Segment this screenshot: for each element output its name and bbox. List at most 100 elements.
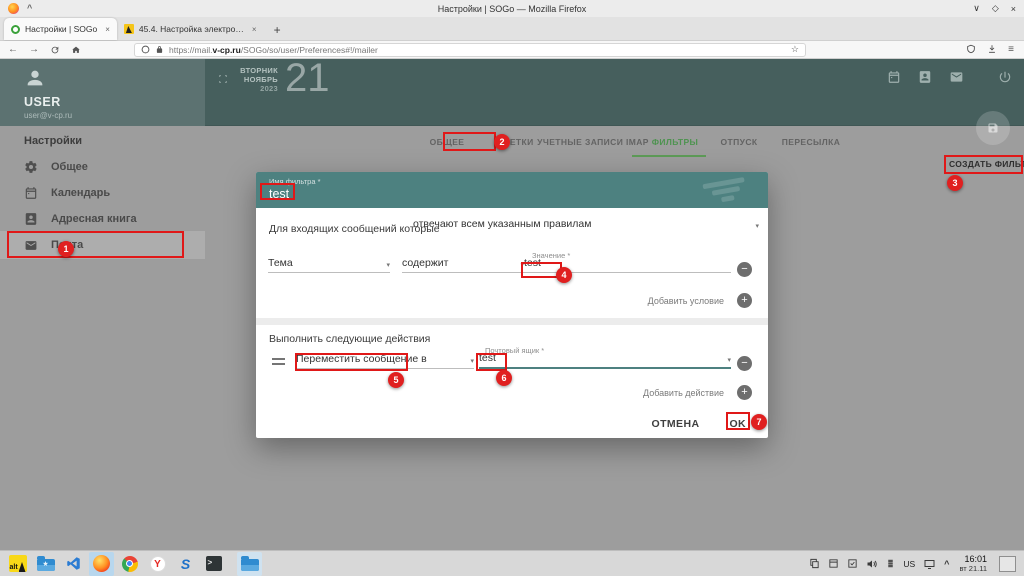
drag-handle-icon[interactable] [272, 358, 285, 368]
bookmark-star-icon[interactable]: ☆ [791, 44, 799, 55]
logout-power-icon[interactable] [998, 70, 1012, 89]
tray-expand-icon[interactable]: ^ [944, 559, 949, 569]
url-bar[interactable]: https://mail.v-cp.ru/SOGo/so/user/Prefer… [134, 43, 806, 57]
day-number: 21 [285, 56, 330, 101]
annotation-badge-6: 6 [496, 370, 512, 386]
clock[interactable]: 16:01 вт 21.11 [959, 554, 987, 574]
add-condition-button[interactable]: + [737, 293, 752, 308]
save-fab[interactable] [976, 111, 1010, 145]
window-close-button[interactable]: × [1011, 4, 1016, 14]
annotation-badge-7: 7 [751, 414, 767, 430]
remove-action-button[interactable]: − [737, 356, 752, 371]
mailbox-select[interactable]: test ▾ [479, 352, 731, 369]
condition-field-select[interactable]: Тема ▾ [268, 257, 390, 273]
annotation-badge-2: 2 [494, 134, 510, 150]
menu-hamburger-icon[interactable]: ≡ [1008, 45, 1014, 55]
back-button[interactable]: ← [8, 45, 18, 55]
clipboard-manager-icon[interactable] [809, 558, 820, 569]
annotation-badge-5: 5 [388, 372, 404, 388]
firefox-logo-icon [8, 3, 19, 14]
add-action-label: Добавить действие [643, 388, 724, 398]
add-action-button[interactable]: + [737, 385, 752, 400]
volume-icon[interactable] [866, 558, 878, 570]
user-email: user@v-cp.ru [24, 111, 72, 120]
yandex-browser-icon[interactable]: Y [145, 552, 170, 576]
clock-date: вт 21.11 [959, 564, 987, 574]
start-menu-basealt-icon[interactable]: alt [5, 552, 30, 576]
fullscreen-icon[interactable] [218, 71, 228, 89]
tab-close-icon[interactable]: × [102, 25, 110, 34]
tab-close-icon[interactable]: × [249, 25, 257, 34]
keyboard-layout-indicator[interactable]: US [903, 559, 915, 569]
mail-module-icon[interactable] [949, 70, 964, 89]
url-text: https://mail.v-cp.ru/SOGo/so/user/Prefer… [169, 45, 378, 55]
browser-tab-title: Настройки | SOGo [25, 24, 97, 34]
keep-above-icon[interactable]: ^ [27, 4, 32, 13]
window-maximize-button[interactable]: ◇ [992, 3, 999, 14]
calendar-icon [24, 186, 38, 200]
firefox-taskbar-icon[interactable] [89, 552, 114, 576]
forward-button[interactable]: → [29, 45, 39, 55]
window-titlebar: ^ Настройки | SOGo — Mozilla Firefox ∨ ◇… [0, 0, 1024, 17]
sidebar-item-addressbook[interactable]: Адресная книга [0, 205, 205, 232]
file-manager-favorites-icon[interactable]: ★ [33, 552, 58, 576]
gear-icon [24, 160, 38, 174]
browser-tab-docs[interactable]: 45.4. Настройка электронной × [117, 18, 264, 40]
cancel-button[interactable]: ОТМЕНА [652, 418, 700, 430]
match-select[interactable]: отвечают всем указанным правилам ▾ [413, 218, 759, 233]
lock-icon[interactable] [155, 41, 164, 59]
display-network-icon[interactable] [923, 558, 936, 570]
chevron-down-icon: ▾ [470, 357, 474, 365]
annotation-badge-1: 1 [58, 241, 74, 257]
file-manager-window-icon[interactable] [237, 552, 262, 576]
browser-tab-title: 45.4. Настройка электронной [139, 24, 244, 34]
annotation-box-mailbox [476, 353, 507, 371]
addressbook-module-icon[interactable] [918, 70, 932, 89]
protections-shield-icon[interactable] [966, 41, 976, 59]
addressbook-icon [24, 212, 38, 226]
annotation-box-action-type [295, 353, 408, 371]
clock-time: 16:01 [959, 554, 987, 564]
annotation-box-mail-item [7, 231, 184, 258]
terminal-icon[interactable]: > [201, 552, 226, 576]
notes-icon[interactable] [828, 558, 839, 569]
sogo-user-panel: USER user@v-cp.ru [0, 59, 205, 126]
floppy-icon [987, 122, 999, 134]
calendar-module-icon[interactable] [887, 70, 901, 89]
tab-filters[interactable]: ФИЛЬТРЫ [652, 126, 699, 158]
browser-tabstrip: Настройки | SOGo × 45.4. Настройка элект… [0, 17, 1024, 41]
new-tab-button[interactable]: + [264, 23, 291, 40]
tasks-icon[interactable] [847, 558, 858, 569]
month: НОЯБРЬ [233, 75, 278, 84]
chrome-icon[interactable] [117, 552, 142, 576]
annotation-badge-3: 3 [947, 175, 963, 191]
tab-imap-accounts[interactable]: УЧЕТНЫЕ ЗАПИСИ IMAP [537, 126, 649, 158]
remove-condition-button[interactable]: − [737, 262, 752, 277]
sidebar-item-calendar[interactable]: Календарь [0, 179, 205, 206]
user-name: USER [24, 95, 61, 109]
show-desktop-button[interactable] [999, 556, 1016, 572]
disk-indicator-icon[interactable] [886, 558, 895, 569]
permissions-icon[interactable] [141, 41, 150, 59]
sidebar-item-general[interactable]: Общее [0, 153, 205, 180]
home-button[interactable] [71, 45, 81, 55]
chevron-down-icon: ▾ [755, 222, 759, 230]
filter-dialog-header: Имя фильтра * test [256, 172, 768, 208]
window-minimize-button[interactable]: ∨ [973, 3, 980, 14]
browser-tab-sogo[interactable]: Настройки | SOGo × [4, 18, 117, 40]
annotation-badge-4: 4 [556, 267, 572, 283]
browser-toolbar: ← → https://mail.v-cp.ru/SOGo/so/user/Pr… [0, 41, 1024, 59]
screen: ^ Настройки | SOGo — Mozilla Firefox ∨ ◇… [0, 0, 1024, 576]
tab-forward[interactable]: ПЕРЕСЫЛКА [782, 126, 840, 158]
sidebar-item-label: Адресная книга [51, 213, 137, 225]
sputnik-browser-icon[interactable]: S [173, 552, 198, 576]
actions-title: Выполнить следующие действия [269, 333, 430, 345]
vscode-icon[interactable] [61, 552, 86, 576]
chevron-down-icon: ▾ [386, 261, 390, 269]
condition-operator-select[interactable]: содержит ▾ [402, 257, 524, 273]
downloads-icon[interactable] [987, 41, 997, 59]
sogo-header: ВТОРНИК НОЯБРЬ 2023 21 [205, 59, 1024, 126]
tab-vacation[interactable]: ОТПУСК [721, 126, 758, 158]
section-divider [256, 318, 768, 325]
reload-button[interactable] [50, 45, 60, 55]
